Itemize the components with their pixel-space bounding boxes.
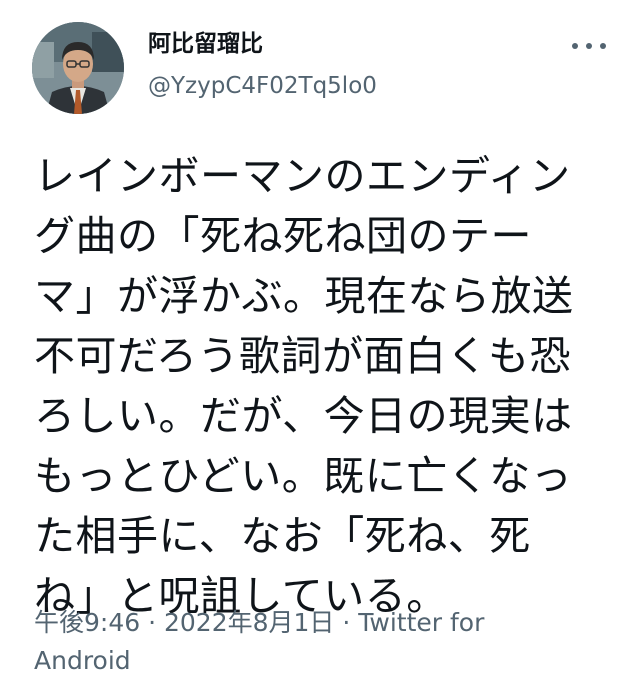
more-horizontal-icon[interactable]	[572, 34, 606, 58]
tweet-text: レインボーマンのエンディン グ曲の「死ね死ね団のテー マ」が浮かぶ。現在なら放送…	[34, 146, 614, 626]
display-name[interactable]: 阿比留瑠比	[148, 28, 263, 60]
tweet-metadata: 午後9:46 · 2022年8月1日 · Twitter for Android	[34, 604, 614, 680]
tweet-line: もっとひどい。既に亡くなっ	[34, 452, 573, 500]
tweet-line: ろしい。だが、今日の現実は	[34, 392, 573, 440]
source-line: Android	[34, 646, 131, 675]
timestamp-line[interactable]: 午後9:46 · 2022年8月1日 · Twitter for	[34, 604, 614, 642]
dot	[600, 43, 606, 49]
tweet-line: レインボーマンのエンディン	[34, 152, 571, 200]
profile-photo-icon	[32, 22, 124, 114]
tweet-line: グ曲の「死ね死ね団のテー	[34, 212, 532, 260]
dot	[572, 43, 578, 49]
dot	[586, 43, 592, 49]
tweet-line: マ」が浮かぶ。現在なら放送	[34, 272, 574, 320]
tweet-line: 不可だろう歌詞が面白くも恐	[34, 332, 572, 380]
avatar[interactable]	[32, 22, 124, 114]
user-handle[interactable]: @YzypC4F02Tq5lo0	[148, 70, 377, 102]
tweet-line: た相手に、なお「死ね、死	[34, 512, 531, 560]
